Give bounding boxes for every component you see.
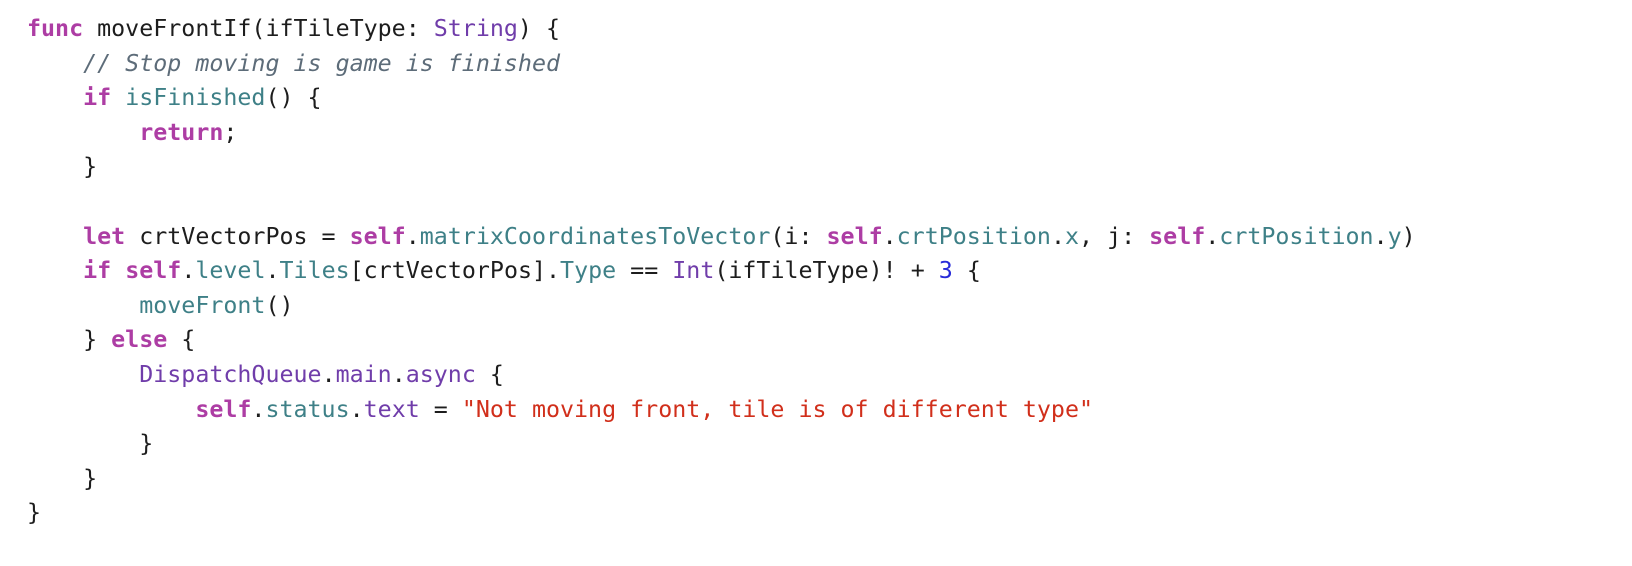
code-token: . <box>1373 222 1388 250</box>
code-token: . <box>181 257 196 285</box>
code-token: self <box>1149 222 1206 250</box>
code-token: . <box>251 395 266 423</box>
code-token: (ifTileType)! + <box>714 257 939 285</box>
code-token: main <box>335 360 392 388</box>
code-line: } <box>27 462 1416 497</box>
code-line: return; <box>27 116 1416 151</box>
code-line: func moveFrontIf(ifTileType: String) { <box>27 12 1416 47</box>
code-token: Type <box>560 257 617 285</box>
code-token: ) <box>1401 222 1416 250</box>
code-token: Tiles <box>279 257 350 285</box>
code-token: } <box>27 326 112 354</box>
code-line: moveFront() <box>27 289 1416 324</box>
code-token: // Stop moving is game is finished <box>83 49 560 77</box>
code-token: self <box>349 222 406 250</box>
code-line: DispatchQueue.main.async { <box>27 358 1416 393</box>
code-token: . <box>349 395 364 423</box>
code-token: } <box>27 153 98 181</box>
code-token: self <box>125 257 182 285</box>
code-token: = <box>419 395 462 423</box>
code-token: ) { <box>517 15 560 42</box>
code-token: y <box>1387 222 1402 250</box>
code-token: isFinished <box>125 84 266 112</box>
code-token: } <box>27 499 42 527</box>
code-token: [crtVectorPos]. <box>349 257 561 285</box>
code-token: . <box>1205 222 1220 250</box>
code-token: crtPosition <box>1219 222 1374 250</box>
code-token: return <box>139 118 224 146</box>
code-token: if <box>83 257 112 285</box>
code-token: . <box>405 222 420 250</box>
code-token: . <box>265 257 280 285</box>
code-token: () { <box>265 84 322 112</box>
code-token: , j: <box>1079 222 1150 250</box>
code-token: == <box>616 257 673 285</box>
code-token: x <box>1064 222 1080 250</box>
code-token: level <box>195 257 266 285</box>
code-line: self.status.text = "Not moving front, ti… <box>27 393 1416 428</box>
code-token: moveFront <box>139 291 266 319</box>
code-token: self <box>826 222 883 250</box>
code-line: // Stop moving is game is finished <box>27 47 1416 82</box>
code-token: crtVectorPos = <box>125 222 350 250</box>
code-line: } <box>27 427 1416 462</box>
code-token: } <box>27 430 154 458</box>
code-token: "Not moving front, tile is of different … <box>461 395 1093 423</box>
code-token: self <box>195 395 252 423</box>
code-token: DispatchQueue <box>139 360 322 388</box>
code-token: status <box>265 395 350 423</box>
code-token: } <box>27 464 98 492</box>
code-token: if <box>83 84 112 112</box>
code-token: . <box>391 360 406 388</box>
code-line: } <box>27 496 1416 531</box>
code-token: 3 <box>938 257 953 285</box>
code-token: { <box>475 360 504 388</box>
code-token: Int <box>672 257 715 285</box>
code-token: () <box>265 291 294 319</box>
code-token: matrixCoordinatesToVector <box>419 222 771 250</box>
code-token: text <box>363 395 420 423</box>
code-token: else <box>111 326 168 354</box>
code-token: . <box>321 360 336 388</box>
code-token: String <box>433 15 518 42</box>
code-line: if isFinished() { <box>27 81 1416 116</box>
code-line: if self.level.Tiles[crtVectorPos].Type =… <box>27 254 1416 289</box>
code-token: . <box>1050 222 1065 250</box>
code-line: } else { <box>27 323 1416 358</box>
code-token: (i: <box>770 222 827 250</box>
code-token: moveFrontIf(ifTileType: <box>83 15 434 42</box>
code-token: async <box>405 360 476 388</box>
code-line: } <box>27 150 1416 185</box>
code-line: let crtVectorPos = self.matrixCoordinate… <box>27 220 1416 255</box>
code-token: func <box>27 15 84 42</box>
code-block: func moveFrontIf(ifTileType: String) { /… <box>27 12 1416 531</box>
code-token: let <box>83 222 126 250</box>
code-token: . <box>882 222 897 250</box>
code-token: crtPosition <box>896 222 1051 250</box>
code-token: { <box>952 257 981 285</box>
code-token: { <box>167 326 196 354</box>
code-token: ; <box>223 118 238 146</box>
